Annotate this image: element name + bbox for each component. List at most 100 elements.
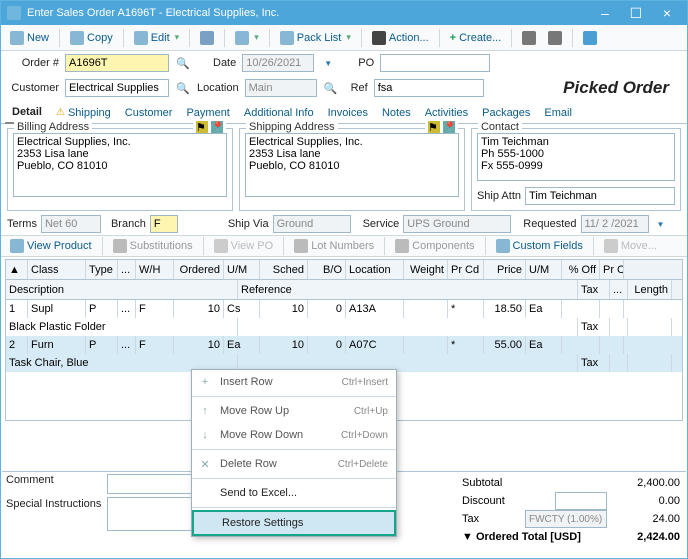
cell-dd[interactable]: ... [118,300,136,318]
cell-prc[interactable] [600,300,624,318]
cell-loc[interactable]: A13A [346,300,404,318]
edit-button[interactable]: Edit [129,29,185,47]
requested-dropdown-icon[interactable]: ▼ [653,216,669,232]
table-row[interactable]: 1SuplP...F10Cs100A13A*18.50Ea [6,300,682,318]
col-wh[interactable]: W/H [136,260,174,279]
tab-notes[interactable]: Notes [375,104,418,123]
col-prcd[interactable]: Pr Cd [448,260,484,279]
cell-tax[interactable]: Tax [578,318,610,336]
cell-type[interactable]: P [86,300,118,318]
col-reference[interactable]: Reference [238,280,578,299]
cell-prcd[interactable]: * [448,300,484,318]
col-um2[interactable]: U/M [526,260,562,279]
cell-um2[interactable]: Ea [526,300,562,318]
cell-btn[interactable] [610,354,628,372]
cell-tax[interactable]: Tax [578,354,610,372]
col-type[interactable]: Type [86,260,118,279]
print-button[interactable] [230,29,264,47]
cell-loc[interactable]: A07C [346,336,404,354]
cell-um[interactable]: Cs [224,300,260,318]
cell-class[interactable]: Furn [28,336,86,354]
col-class[interactable]: Class [28,260,86,279]
billing-flag-icon[interactable]: ⚑ [196,121,208,133]
table-row-desc[interactable]: Black Plastic Folder Tax [6,318,682,336]
cell-ord[interactable]: 10 [174,336,224,354]
col-ordered[interactable]: Ordered [174,260,224,279]
tab-packages[interactable]: Packages [475,104,537,123]
cell-um[interactable]: Ea [224,336,260,354]
shipping-flag-icon[interactable]: ⚑ [428,121,440,133]
service-field[interactable] [403,215,511,233]
minimize-button[interactable]: – [591,5,619,21]
cell-length[interactable] [628,318,672,336]
cell-off[interactable] [562,336,600,354]
save-button[interactable] [195,29,219,47]
tax-code-field[interactable] [525,510,607,528]
cell-reference[interactable] [238,318,578,336]
maximize-button[interactable]: ☐ [622,5,650,22]
cell-wt[interactable] [404,336,448,354]
ctx-send-excel[interactable]: Send to Excel... [192,481,396,505]
substitutions-button[interactable]: Substitutions [108,237,198,255]
attach-button[interactable] [543,29,567,47]
refresh-button[interactable] [578,29,602,47]
billing-address-box[interactable]: Electrical Supplies, Inc. 2353 Lisa lane… [13,133,227,197]
shipping-map-icon[interactable]: 📍 [443,121,455,133]
col-price[interactable]: Price [484,260,526,279]
customer-search-icon[interactable]: 🔍 [175,80,191,96]
cell-price[interactable]: 55.00 [484,336,526,354]
cell-wt[interactable] [404,300,448,318]
col-tax[interactable]: Tax [578,280,610,299]
table-row[interactable]: 2FurnP...F10Ea100A07C*55.00Ea [6,336,682,354]
create-button[interactable]: +Create... [445,30,507,46]
new-button[interactable]: New [5,29,54,47]
col-num[interactable]: ▲ [6,260,28,279]
col-location[interactable]: Location [346,260,404,279]
col-bo[interactable]: B/O [308,260,346,279]
billing-map-icon[interactable]: 📍 [211,121,223,133]
action-button[interactable]: Action... [367,29,434,47]
col-weight[interactable]: Weight [404,260,448,279]
total-label[interactable]: ▼ Ordered Total [USD] [462,531,581,543]
ref-field[interactable] [374,79,484,97]
order-field[interactable] [65,54,169,72]
cell-price[interactable]: 18.50 [484,300,526,318]
cell-sch[interactable]: 10 [260,300,308,318]
cell-length[interactable] [628,354,672,372]
customer-field[interactable] [65,79,169,97]
col-btn[interactable]: ... [610,280,628,299]
cell-n[interactable]: 1 [6,300,28,318]
cell-um2[interactable]: Ea [526,336,562,354]
terms-field[interactable] [41,215,101,233]
tab-payment[interactable]: Payment [179,104,236,123]
packlist-button[interactable]: Pack List [275,29,356,47]
date-dropdown-icon[interactable]: ▼ [320,55,336,71]
tab-email[interactable]: Email [537,104,579,123]
col-off[interactable]: % Off [562,260,600,279]
components-button[interactable]: Components [390,237,479,255]
pin-button[interactable] [517,29,541,47]
cell-btn[interactable] [610,318,628,336]
location-search-icon[interactable]: 🔍 [323,80,339,96]
copy-button[interactable]: Copy [65,29,118,47]
contact-box[interactable]: Tim Teichman Ph 555-1000 Fx 555-0999 [477,133,675,181]
tab-customer[interactable]: Customer [118,104,180,123]
shipattn-field[interactable] [525,187,675,205]
tab-additional-info[interactable]: Additional Info [237,104,321,123]
cell-type[interactable]: P [86,336,118,354]
col-prc[interactable]: Pr C [600,260,624,279]
tab-shipping[interactable]: ⚠Shipping [49,104,118,123]
cell-prc[interactable] [600,336,624,354]
shipping-address-box[interactable]: Electrical Supplies, Inc. 2353 Lisa lane… [245,133,459,197]
po-field[interactable] [380,54,490,72]
cell-class[interactable]: Supl [28,300,86,318]
cell-prcd[interactable]: * [448,336,484,354]
branch-field[interactable] [150,215,178,233]
cell-dd[interactable]: ... [118,336,136,354]
ctx-restore-settings[interactable]: Restore Settings [192,510,396,536]
cell-wh[interactable]: F [136,300,174,318]
col-sched[interactable]: Sched [260,260,308,279]
col-um[interactable]: U/M [224,260,260,279]
cell-description[interactable]: Black Plastic Folder [6,318,238,336]
close-button[interactable]: × [653,5,681,21]
